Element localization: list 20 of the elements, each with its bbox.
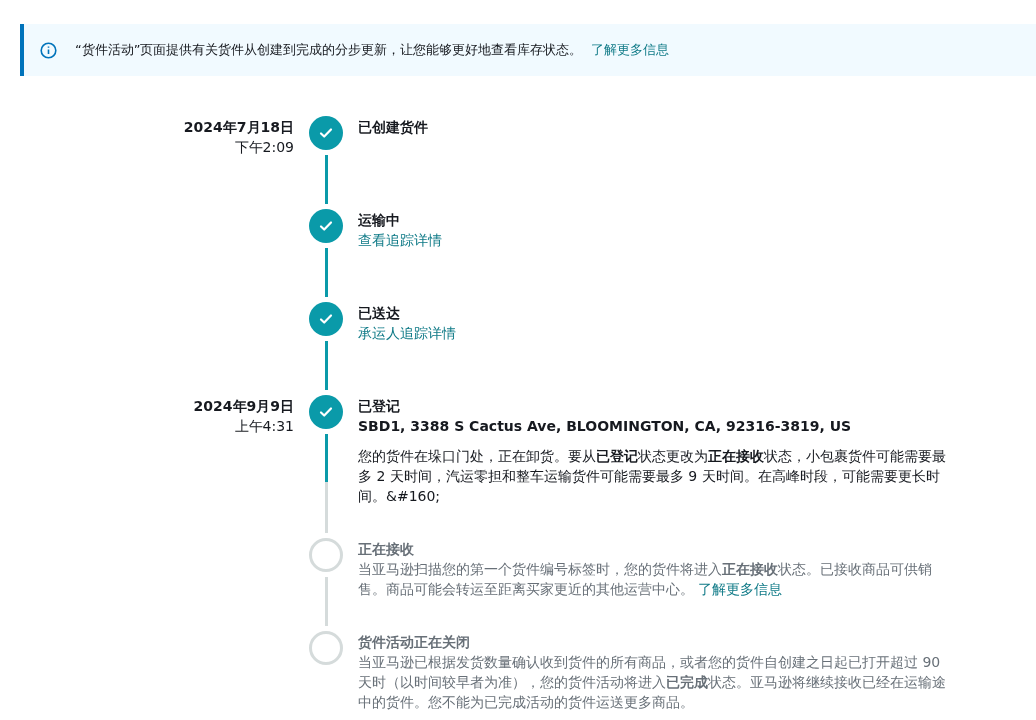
step-title: 正在接收 [358, 540, 415, 559]
step-title: 已创建货件 [358, 118, 429, 137]
tracking-link[interactable]: 承运人追踪详情 [358, 323, 456, 343]
step-time: 下午2:09 [233, 138, 294, 157]
learn-more-link[interactable]: 了解更多信息 [590, 42, 669, 58]
step-description: 当亚马逊已根据发货数量确认收到货件的所有商品，或者您的货件自创建之日起已打开超过 90 天时（以时间较早者为准），您的货件活动将进入已完成状态。亚马逊将继续接收已经在运输途中的货件。您不能为已完成活动的货件运送更多商品。 [358, 653, 947, 712]
step-description: 您的货件在垛口门处，正在卸货。要从已登记状态更改为正在接收状态，小包裹货件可能需要最多 2 天时间，汽运零担和整车运输货件可能需要最多 9 天时间。在高峰时段，可能需要更长时间。&#160; [358, 447, 947, 506]
step-title: 运输中 [358, 211, 401, 230]
info-icon [40, 41, 57, 59]
step-title: 已送达 [358, 304, 401, 323]
step-title: 货件活动正在关闭 [358, 633, 471, 652]
step-title: 已登记 [358, 397, 401, 416]
tracking-link[interactable]: 查看追踪详情 [358, 230, 442, 250]
learn-more-link[interactable]: 了解更多信息 [698, 581, 783, 597]
banner-text: “货件活动”页面提供有关货件从创建到完成的分步更新，让您能够更好地查看库存状态。 了解更多信息 [75, 41, 669, 60]
step-time: 上午4:31 [233, 417, 294, 436]
step-description: 当亚马逊扫描您的第一个货件编号标签时，您的货件将进入正在接收状态。已接收商品可供销售。商品可能会转运至距离买家更近的其他运营中心。 了解更多信息 [358, 560, 933, 599]
step-date: 2024年9月9日 [192, 397, 294, 416]
address-text: SBD1, 3388 S Cactus Ave, BLOOMINGTON, CA, 92316-3819, US [358, 417, 853, 436]
step-date: 2024年7月18日 [182, 118, 294, 137]
